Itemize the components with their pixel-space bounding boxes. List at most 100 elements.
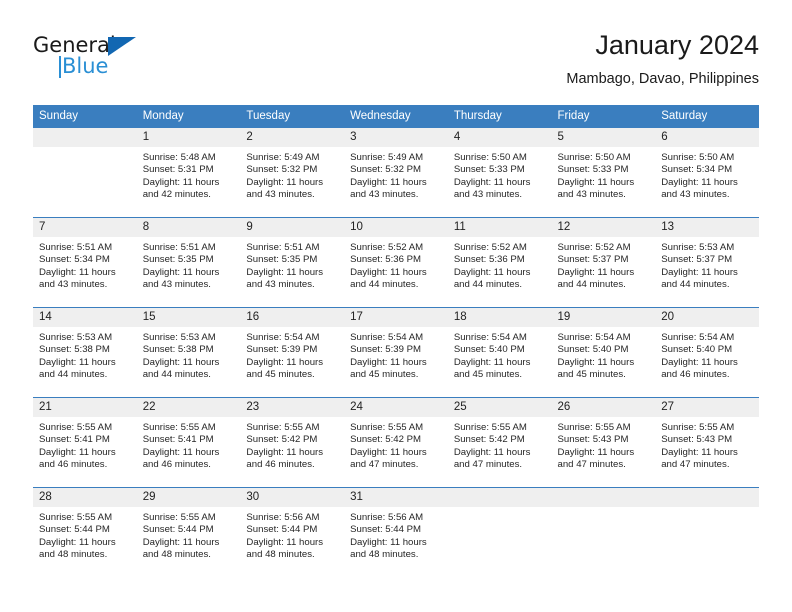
daylight-line-1: Daylight: 11 hours — [661, 266, 738, 278]
daylight-line-2: and 44 minutes. — [453, 278, 523, 290]
calendar-day-cell[interactable]: 6 Sunrise: 5:50 AM Sunset: 5:34 PM Daylight… — [655, 128, 759, 218]
daylight-line-2: and 43 minutes. — [557, 188, 626, 200]
sunset-time: Sunset: 5:44 PM — [246, 524, 318, 536]
calendar-grid: Sunday Monday Tuesday Wednesday Thursday… — [33, 105, 759, 577]
calendar-day-cell[interactable]: 12 Sunrise: 5:52 AM Sunset: 5:37 PM Dayligh… — [551, 217, 656, 308]
calendar-day-cell[interactable]: 21 Sunrise: 5:55 AM Sunset: 5:41 PM Dayligh… — [33, 397, 137, 488]
calendar-day-cell[interactable]: 9 Sunrise: 5:51 AM Sunset: 5:35 PM Daylight… — [240, 217, 345, 308]
calendar-day-cell[interactable]: 28 Sunrise: 5:55 AM Sunset: 5:44 PM Dayligh… — [33, 487, 137, 577]
sunrise-time: Sunrise: 5:55 AM — [661, 422, 735, 433]
day-number: 30 — [240, 488, 345, 507]
calendar-day-cell[interactable]: 11 Sunrise: 5:52 AM Sunset: 5:36 PM Dayligh… — [447, 217, 552, 308]
calendar-day-cell[interactable]: 19 Sunrise: 5:54 AM Sunset: 5:40 PM Dayligh… — [551, 307, 656, 398]
daylight-line-2: and 44 minutes. — [661, 278, 730, 290]
daylight-line-1: Daylight: 11 hours — [142, 266, 220, 278]
sunrise-time: Sunrise: 5:56 AM — [350, 512, 424, 523]
sunset-time: Sunset: 5:43 PM — [661, 434, 733, 446]
page-title: January 2024 — [595, 30, 759, 60]
day-details: Sunrise: 5:53 AM Sunset: 5:37 PM Daylight:… — [655, 237, 759, 291]
day-number: 21 — [33, 398, 137, 417]
sunrise-time: Sunrise: 5:51 AM — [246, 242, 320, 253]
calendar-day-cell[interactable]: 24 Sunrise: 5:55 AM Sunset: 5:42 PM Dayligh… — [344, 397, 448, 488]
weekday-header-tuesday: Tuesday — [240, 105, 345, 128]
daylight-line-1: Daylight: 11 hours — [661, 176, 738, 188]
calendar-week-row: 28 Sunrise: 5:55 AM Sunset: 5:44 PM Dayligh… — [33, 487, 759, 577]
calendar-day-cell[interactable]: 1 Sunrise: 5:48 AM Sunset: 5:31 PM Daylight… — [136, 128, 241, 218]
calendar-day-cell[interactable]: 23 Sunrise: 5:55 AM Sunset: 5:42 PM Dayligh… — [240, 397, 345, 488]
daylight-line-1: Daylight: 11 hours — [350, 176, 427, 188]
calendar-day-cell[interactable]: 4 Sunrise: 5:50 AM Sunset: 5:33 PM Daylight… — [447, 128, 552, 218]
calendar-day-cell[interactable]: 15 Sunrise: 5:53 AM Sunset: 5:38 PM Dayligh… — [136, 307, 241, 398]
day-number: 19 — [551, 308, 656, 327]
daylight-line-1: Daylight: 11 hours — [246, 446, 324, 458]
calendar-day-cell[interactable]: 10 Sunrise: 5:52 AM Sunset: 5:36 PM Dayligh… — [344, 217, 448, 308]
day-number: 24 — [344, 398, 448, 417]
day-details: Sunrise: 5:54 AM Sunset: 5:39 PM Daylight:… — [344, 327, 448, 381]
day-details: Sunrise: 5:52 AM Sunset: 5:36 PM Daylight:… — [344, 237, 448, 291]
sunrise-time: Sunrise: 5:49 AM — [246, 152, 320, 163]
daylight-line-2: and 43 minutes. — [350, 188, 419, 200]
sunrise-time: Sunrise: 5:54 AM — [453, 332, 527, 343]
calendar-day-cell[interactable]: 18 Sunrise: 5:54 AM Sunset: 5:40 PM Dayligh… — [447, 307, 552, 398]
daylight-line-1: Daylight: 11 hours — [661, 356, 738, 368]
weekday-header-saturday: Saturday — [655, 105, 759, 128]
calendar-day-cell[interactable]: 20 Sunrise: 5:54 AM Sunset: 5:40 PM Dayligh… — [655, 307, 759, 398]
sunset-time: Sunset: 5:44 PM — [142, 524, 214, 536]
sunset-time: Sunset: 5:42 PM — [453, 434, 525, 446]
calendar-cell-empty — [33, 128, 137, 218]
daylight-line-1: Daylight: 11 hours — [453, 266, 531, 278]
calendar-day-cell[interactable]: 27 Sunrise: 5:55 AM Sunset: 5:43 PM Dayligh… — [655, 397, 759, 488]
day-number — [447, 488, 552, 507]
logo-text-blue: Blue — [62, 54, 109, 78]
calendar-day-cell[interactable]: 13 Sunrise: 5:53 AM Sunset: 5:37 PM Dayligh… — [655, 217, 759, 308]
calendar-day-cell[interactable]: 26 Sunrise: 5:55 AM Sunset: 5:43 PM Dayligh… — [551, 397, 656, 488]
sunrise-time: Sunrise: 5:53 AM — [661, 242, 735, 253]
sunrise-time: Sunrise: 5:52 AM — [453, 242, 527, 253]
sunrise-time: Sunrise: 5:54 AM — [557, 332, 631, 343]
calendar-day-cell[interactable]: 17 Sunrise: 5:54 AM Sunset: 5:39 PM Dayligh… — [344, 307, 448, 398]
sunset-time: Sunset: 5:38 PM — [142, 344, 214, 356]
day-details: Sunrise: 5:55 AM Sunset: 5:41 PM Daylight:… — [33, 417, 137, 471]
general-blue-logo[interactable]: General Blue — [33, 34, 163, 82]
calendar-cell-empty — [551, 487, 656, 577]
calendar-day-cell[interactable]: 22 Sunrise: 5:55 AM Sunset: 5:41 PM Dayligh… — [136, 397, 241, 488]
calendar-day-cell[interactable]: 5 Sunrise: 5:50 AM Sunset: 5:33 PM Daylight… — [551, 128, 656, 218]
sunset-time: Sunset: 5:40 PM — [557, 344, 629, 356]
sunrise-time: Sunrise: 5:55 AM — [557, 422, 631, 433]
day-number: 22 — [136, 398, 241, 417]
calendar-day-cell[interactable]: 31 Sunrise: 5:56 AM Sunset: 5:44 PM Dayligh… — [344, 487, 448, 577]
day-details: Sunrise: 5:50 AM Sunset: 5:34 PM Daylight:… — [655, 147, 759, 201]
sunrise-time: Sunrise: 5:55 AM — [453, 422, 527, 433]
sunset-time: Sunset: 5:44 PM — [350, 524, 422, 536]
day-number: 16 — [240, 308, 345, 327]
day-number: 17 — [344, 308, 448, 327]
day-number: 25 — [447, 398, 552, 417]
sunset-time: Sunset: 5:33 PM — [557, 164, 629, 176]
day-number — [33, 128, 137, 147]
calendar-day-cell[interactable]: 14 Sunrise: 5:53 AM Sunset: 5:38 PM Dayligh… — [33, 307, 137, 398]
calendar-day-cell[interactable]: 7 Sunrise: 5:51 AM Sunset: 5:34 PM Daylight… — [33, 217, 137, 308]
calendar-day-cell[interactable]: 2 Sunrise: 5:49 AM Sunset: 5:32 PM Daylight… — [240, 128, 345, 218]
daylight-line-2: and 47 minutes. — [453, 458, 523, 470]
day-details: Sunrise: 5:54 AM Sunset: 5:40 PM Daylight:… — [448, 327, 552, 381]
sunrise-time: Sunrise: 5:54 AM — [350, 332, 424, 343]
day-number: 11 — [447, 218, 552, 237]
day-details: Sunrise: 5:55 AM Sunset: 5:42 PM Daylight:… — [344, 417, 448, 471]
calendar-day-cell[interactable]: 16 Sunrise: 5:54 AM Sunset: 5:39 PM Dayligh… — [240, 307, 345, 398]
calendar-day-cell[interactable]: 3 Sunrise: 5:49 AM Sunset: 5:32 PM Daylight… — [344, 128, 448, 218]
sunset-time: Sunset: 5:43 PM — [557, 434, 629, 446]
sunset-time: Sunset: 5:33 PM — [453, 164, 525, 176]
daylight-line-2: and 45 minutes. — [350, 368, 419, 380]
daylight-line-2: and 46 minutes. — [142, 458, 211, 470]
weekday-header-friday: Friday — [551, 105, 656, 128]
daylight-line-1: Daylight: 11 hours — [661, 446, 738, 458]
sunrise-time: Sunrise: 5:55 AM — [39, 422, 113, 433]
calendar-day-cell[interactable]: 8 Sunrise: 5:51 AM Sunset: 5:35 PM Daylight… — [136, 217, 241, 308]
daylight-line-2: and 43 minutes. — [453, 188, 523, 200]
calendar-day-cell[interactable]: 30 Sunrise: 5:56 AM Sunset: 5:44 PM Dayligh… — [240, 487, 345, 577]
calendar-day-cell[interactable]: 29 Sunrise: 5:55 AM Sunset: 5:44 PM Dayligh… — [136, 487, 241, 577]
day-number: 26 — [551, 398, 656, 417]
sunrise-time: Sunrise: 5:55 AM — [39, 512, 113, 523]
daylight-line-1: Daylight: 11 hours — [557, 356, 635, 368]
calendar-day-cell[interactable]: 25 Sunrise: 5:55 AM Sunset: 5:42 PM Dayligh… — [447, 397, 552, 488]
